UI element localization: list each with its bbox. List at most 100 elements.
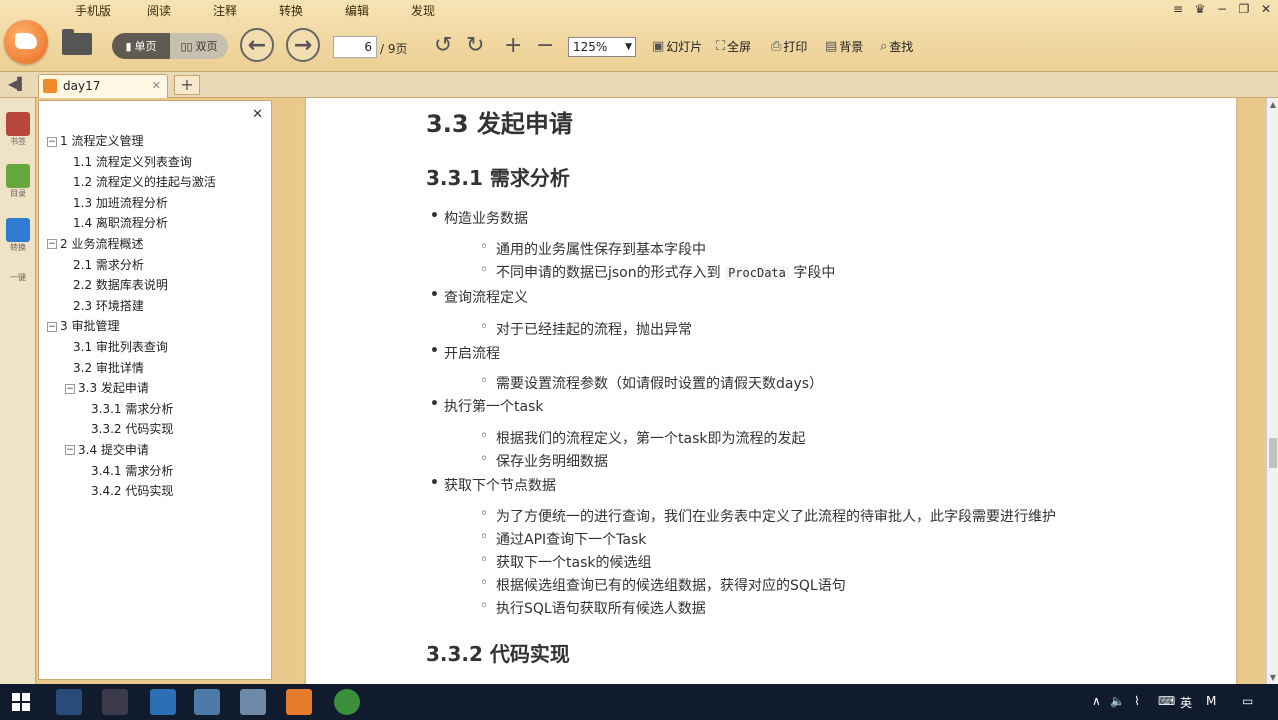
new-tab-button[interactable]: + — [174, 75, 200, 95]
outline-item[interactable]: 1.1 流程定义列表查询 — [47, 152, 216, 173]
single-page-button[interactable]: ▮ 单页 — [112, 33, 170, 59]
zoom-select[interactable]: 125% — [568, 37, 636, 57]
document-tab[interactable]: day17 ✕ — [38, 74, 168, 98]
slideshow-icon: ▣ — [652, 39, 665, 54]
skin-icon[interactable]: ♛ — [1190, 2, 1210, 16]
search-icon: ⌕ — [880, 39, 888, 54]
scroll-thumb[interactable] — [1269, 438, 1277, 468]
rotate-left-icon[interactable]: ↺ — [434, 34, 452, 58]
tray-expand-icon[interactable]: ∧ — [1092, 694, 1101, 708]
page-number-input[interactable]: 6 — [333, 36, 377, 58]
fullscreen-button[interactable]: ⛶ 全屏 — [716, 38, 751, 55]
app-logo-icon[interactable] — [4, 20, 48, 64]
outline-item[interactable]: 3.3.2 代码实现 — [47, 419, 216, 440]
scroll-up-icon[interactable]: ▲ — [1267, 100, 1278, 109]
outline-item[interactable]: −2 业务流程概述 — [47, 234, 216, 255]
outline-item[interactable]: −3.3 发起申请 — [57, 378, 216, 399]
outline-item[interactable]: −3.4 提交申请 — [57, 440, 216, 461]
bookmark-button[interactable]: 书签 — [4, 112, 32, 147]
menu-convert[interactable]: 转换 — [258, 2, 324, 20]
network-icon[interactable]: ⌇ — [1134, 694, 1140, 708]
intellij-icon[interactable] — [102, 689, 128, 715]
close-outline-icon[interactable]: ✕ — [252, 107, 263, 122]
menu-annotate[interactable]: 注释 — [192, 2, 258, 20]
outline-item-label: 2.3 环境搭建 — [73, 298, 144, 313]
double-page-button[interactable]: ▯▯ 双页 — [170, 33, 228, 59]
menu-mobile[interactable]: 手机版 — [60, 2, 126, 20]
convert-icon — [6, 218, 30, 242]
background-button[interactable]: ▤ 背景 — [825, 38, 863, 55]
outline-item[interactable]: 3.1 审批列表查询 — [47, 337, 216, 358]
outline-item[interactable]: −1 流程定义管理 — [47, 131, 216, 152]
restore-icon[interactable]: ❐ — [1234, 2, 1254, 16]
outline-item-label: 1.1 流程定义列表查询 — [73, 154, 192, 169]
close-tab-icon[interactable]: ✕ — [152, 79, 161, 92]
outline-item[interactable]: 2.2 数据库表说明 — [47, 275, 216, 296]
notification-icon[interactable]: ▭ — [1242, 694, 1253, 708]
outline-item-label: 3.2 审批详情 — [73, 360, 144, 375]
outline-item[interactable]: 3.2 审批详情 — [47, 358, 216, 379]
menu-read[interactable]: 阅读 — [126, 2, 192, 20]
menu-icon[interactable]: ≡ — [1168, 2, 1188, 16]
next-page-button[interactable]: → — [286, 28, 320, 62]
outline-item[interactable]: 1.3 加班流程分析 — [47, 193, 216, 214]
collapse-toggle-icon[interactable]: − — [47, 136, 57, 147]
windows-start-icon[interactable] — [12, 693, 30, 711]
list-item: 查询流程定义 — [430, 287, 528, 307]
vertical-scrollbar[interactable]: ▲ ▼ — [1266, 98, 1278, 684]
scroll-down-icon[interactable]: ▼ — [1267, 673, 1278, 682]
outline-button[interactable]: 目录 — [4, 164, 32, 199]
sub-list-item: 不同申请的数据已json的形式存入到 ProcData 字段中 — [480, 262, 835, 282]
outline-item-label: 1.2 流程定义的挂起与激活 — [73, 175, 216, 190]
document-viewport: 3.3 发起申请 3.3.1 需求分析 构造业务数据 通用的业务属性保存到基本字… — [278, 98, 1266, 684]
collapse-toggle-icon[interactable]: − — [65, 383, 75, 394]
outline-item[interactable]: 2.1 需求分析 — [47, 255, 216, 276]
bookmark-icon — [6, 112, 30, 136]
ime-language[interactable]: 英 — [1180, 694, 1192, 711]
menu-discover[interactable]: 发现 — [390, 2, 456, 20]
quick-button[interactable]: 一键 — [4, 272, 32, 283]
sub-list-item: 获取下一个task的候选组 — [480, 552, 652, 572]
ime-mode[interactable]: M — [1206, 694, 1216, 708]
taskbar-app-icon[interactable] — [56, 689, 82, 715]
collapse-toggle-icon[interactable]: − — [47, 321, 57, 332]
print-button[interactable]: ⎙ 打印 — [771, 38, 807, 55]
inline-code: ProcData — [725, 266, 789, 280]
convert-button[interactable]: 转换 — [4, 218, 32, 253]
zoom-in-icon[interactable]: + — [504, 34, 522, 58]
pdf-reader-icon[interactable] — [286, 689, 312, 715]
word-icon[interactable] — [150, 689, 176, 715]
outline-item[interactable]: −3 审批管理 — [47, 316, 216, 337]
explorer-icon[interactable] — [194, 689, 220, 715]
chrome-icon[interactable] — [334, 689, 360, 715]
outline-item[interactable]: 1.4 离职流程分析 — [47, 213, 216, 234]
rotate-right-icon[interactable]: ↻ — [466, 34, 484, 58]
outline-item[interactable]: 3.4.2 代码实现 — [47, 481, 216, 502]
prev-page-button[interactable]: ← — [240, 28, 274, 62]
collapse-panel-icon[interactable]: ◀▌ — [8, 77, 26, 91]
outline-icon — [6, 164, 30, 188]
open-folder-icon[interactable] — [62, 29, 92, 55]
close-window-icon[interactable]: ✕ — [1256, 2, 1276, 16]
notes-icon[interactable] — [240, 689, 266, 715]
outline-item-label: 3.3.1 需求分析 — [91, 401, 174, 416]
outline-item-label: 3.4.1 需求分析 — [91, 463, 174, 478]
outline-item[interactable]: 3.4.1 需求分析 — [47, 461, 216, 482]
outline-item[interactable]: 3.3.1 需求分析 — [47, 399, 216, 420]
collapse-toggle-icon[interactable]: − — [65, 445, 75, 456]
volume-icon[interactable]: 🔈 — [1110, 694, 1125, 708]
zoom-out-icon[interactable]: − — [536, 34, 554, 58]
background-icon: ▤ — [825, 39, 838, 54]
slideshow-button[interactable]: ▣ 幻灯片 — [652, 38, 702, 55]
menu-bar: 手机版 阅读 注释 转换 编辑 发现 — [60, 2, 456, 20]
outline-item[interactable]: 2.3 环境搭建 — [47, 296, 216, 317]
collapse-toggle-icon[interactable]: − — [47, 239, 57, 250]
document-page: 3.3 发起申请 3.3.1 需求分析 构造业务数据 通用的业务属性保存到基本字… — [306, 98, 1236, 684]
keyboard-icon[interactable]: ⌨ — [1158, 694, 1175, 708]
outline-item[interactable]: 1.2 流程定义的挂起与激活 — [47, 172, 216, 193]
minimize-icon[interactable]: − — [1212, 2, 1232, 16]
arrow-right-icon: → — [293, 32, 313, 58]
search-button[interactable]: ⌕ 查找 — [880, 38, 913, 55]
menu-edit[interactable]: 编辑 — [324, 2, 390, 20]
list-item: 开启流程 — [430, 343, 500, 363]
